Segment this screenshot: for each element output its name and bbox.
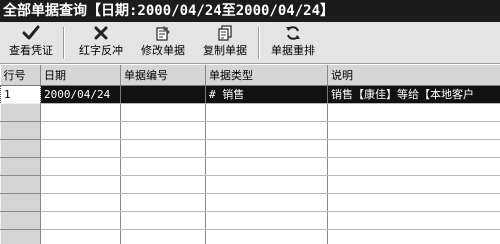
toolbar: 查看凭证 红字反冲 修改单据 复制单据 单据重排 (0, 22, 500, 64)
empty-cell[interactable] (40, 121, 121, 140)
empty-cell[interactable] (40, 175, 121, 194)
date-cell[interactable]: 2000/04/24 (40, 85, 121, 104)
empty-cell[interactable] (327, 103, 500, 122)
empty-cell[interactable] (40, 193, 121, 212)
row-header-cell[interactable] (0, 228, 41, 244)
empty-cell[interactable] (327, 211, 500, 230)
row-number-cell[interactable]: 1 (0, 84, 41, 104)
reorder-documents-label: 单据重排 (271, 44, 315, 57)
edit-document-icon (156, 26, 170, 41)
empty-cell[interactable] (40, 229, 121, 244)
toolbar-separator (258, 27, 260, 59)
column-header-doc-number[interactable]: 单据编号 (120, 65, 206, 86)
empty-cell[interactable] (120, 103, 206, 122)
empty-cell[interactable] (40, 211, 121, 230)
column-header-date[interactable]: 日期 (40, 65, 121, 86)
doc-number-cell[interactable] (120, 85, 206, 104)
documents-table: 行号 日期 单据编号 单据类型 说明 1 2000/04/24 # 销售 销售【… (0, 65, 500, 244)
empty-table-row[interactable] (0, 228, 500, 244)
empty-cell[interactable] (120, 175, 206, 194)
documents-grid: 行号 日期 单据编号 单据类型 说明 1 2000/04/24 # 销售 销售【… (0, 65, 500, 244)
empty-table-row[interactable] (0, 192, 500, 212)
toolbar-separator (63, 27, 65, 59)
empty-cell[interactable] (40, 157, 121, 176)
empty-cell[interactable] (120, 121, 206, 140)
copy-document-label: 复制单据 (203, 44, 247, 57)
red-reverse-label: 红字反冲 (79, 44, 123, 57)
table-row[interactable]: 1 2000/04/24 # 销售 销售【康佳】等给【本地客户 (0, 84, 500, 104)
row-header-cell[interactable] (0, 138, 41, 158)
empty-cell[interactable] (205, 229, 328, 244)
empty-cell[interactable] (40, 139, 121, 158)
empty-table-row[interactable] (0, 102, 500, 122)
empty-cell[interactable] (205, 211, 328, 230)
empty-table-row[interactable] (0, 156, 500, 176)
row-header-cell[interactable] (0, 174, 41, 194)
description-cell[interactable]: 销售【康佳】等给【本地客户 (327, 85, 500, 104)
empty-table-row[interactable] (0, 120, 500, 140)
empty-cell[interactable] (120, 211, 206, 230)
row-header-cell[interactable] (0, 102, 41, 122)
empty-cell[interactable] (327, 193, 500, 212)
view-voucher-label: 查看凭证 (9, 44, 53, 57)
empty-cell[interactable] (205, 103, 328, 122)
copy-document-icon (218, 25, 232, 41)
empty-table-row[interactable] (0, 174, 500, 194)
empty-cell[interactable] (40, 103, 121, 122)
doc-type-cell[interactable]: # 销售 (205, 85, 328, 104)
row-header-cell[interactable] (0, 210, 41, 230)
empty-cell[interactable] (205, 121, 328, 140)
reorder-documents-button[interactable]: 单据重排 (266, 25, 320, 61)
empty-cell[interactable] (205, 175, 328, 194)
column-header-row-number[interactable]: 行号 (0, 65, 41, 86)
edit-document-button[interactable]: 修改单据 (136, 25, 190, 61)
empty-cell[interactable] (327, 229, 500, 244)
empty-cell[interactable] (327, 121, 500, 140)
empty-cell[interactable] (327, 175, 500, 194)
empty-cell[interactable] (120, 229, 206, 244)
empty-cell[interactable] (205, 157, 328, 176)
checkmark-icon (22, 25, 40, 40)
refresh-icon (286, 26, 300, 40)
column-header-doc-type[interactable]: 单据类型 (205, 65, 328, 86)
row-header-cell[interactable] (0, 192, 41, 212)
x-mark-icon (94, 26, 108, 40)
empty-table-row[interactable] (0, 210, 500, 230)
column-header-description[interactable]: 说明 (327, 65, 500, 86)
empty-cell[interactable] (120, 157, 206, 176)
red-reverse-button[interactable]: 红字反冲 (74, 25, 128, 61)
empty-cell[interactable] (205, 193, 328, 212)
empty-table-row[interactable] (0, 138, 500, 158)
window-title: 全部单据查询【日期:2000/04/24至2000/04/24】 (0, 0, 500, 22)
empty-cell[interactable] (327, 139, 500, 158)
row-header-cell[interactable] (0, 156, 41, 176)
row-header-cell[interactable] (0, 120, 41, 140)
view-voucher-button[interactable]: 查看凭证 (4, 25, 58, 61)
empty-cell[interactable] (120, 139, 206, 158)
copy-document-button[interactable]: 复制单据 (198, 25, 252, 61)
empty-cell[interactable] (120, 193, 206, 212)
empty-cell[interactable] (327, 157, 500, 176)
empty-cell[interactable] (205, 139, 328, 158)
table-header-row: 行号 日期 单据编号 单据类型 说明 (0, 65, 500, 86)
edit-document-label: 修改单据 (141, 44, 185, 57)
